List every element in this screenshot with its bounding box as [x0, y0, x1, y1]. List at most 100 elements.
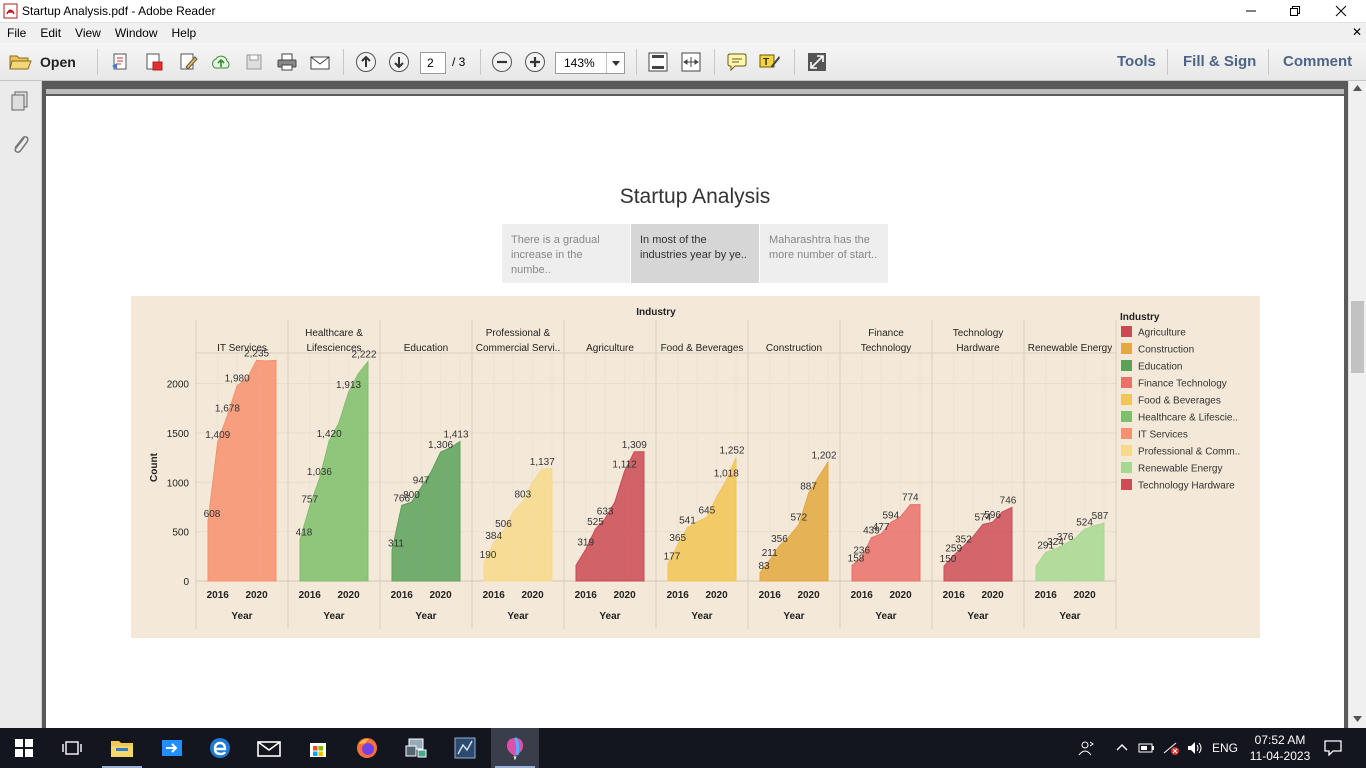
data-label: 803 — [515, 490, 532, 501]
data-label: 887 — [800, 481, 817, 492]
save-icon — [246, 54, 262, 70]
pages-panel-icon[interactable] — [9, 90, 31, 112]
data-label: 800 — [403, 490, 420, 501]
app-button-2[interactable] — [392, 728, 440, 768]
vertical-scrollbar[interactable] — [1348, 81, 1366, 728]
story-point-3[interactable]: Maharashtra has the more number of start… — [760, 224, 888, 283]
data-label: 190 — [480, 550, 497, 561]
store-button[interactable] — [294, 728, 342, 768]
file-explorer-button[interactable] — [98, 728, 146, 768]
legend-item: Education — [1138, 362, 1182, 373]
page-number-input[interactable]: 2 — [420, 52, 446, 74]
industry-header-line2: Food & Beverages — [661, 343, 744, 354]
notifications-icon[interactable] — [1324, 740, 1342, 756]
upload-button[interactable] — [210, 51, 232, 73]
story-point-1[interactable]: There is a gradual increase in the numbe… — [502, 224, 630, 283]
data-label: 83 — [758, 561, 770, 572]
story-point-2[interactable]: In most of the industries year by ye.. — [631, 224, 759, 283]
close-button[interactable] — [1318, 0, 1364, 22]
menu-help[interactable]: Help — [165, 26, 204, 40]
data-label: 587 — [1092, 511, 1109, 522]
data-label: 376 — [1057, 532, 1074, 543]
tools-button[interactable]: Tools — [1117, 53, 1156, 70]
data-label: 384 — [485, 531, 502, 542]
data-label: 1,018 — [714, 469, 739, 480]
scroll-up-icon[interactable] — [1353, 85, 1362, 91]
x-axis-label: Year — [967, 611, 988, 622]
store-icon — [310, 743, 326, 757]
y-tick-label: 1500 — [167, 429, 190, 440]
app-button-1[interactable] — [148, 728, 196, 768]
restore-icon — [1290, 6, 1300, 16]
data-label: 2,222 — [351, 350, 376, 361]
export-pdf-button[interactable] — [143, 51, 165, 73]
scroll-down-icon[interactable] — [1353, 716, 1362, 722]
clock[interactable]: 07:52 AM 11-04-2023 — [1245, 732, 1315, 764]
toolbar-separator — [636, 49, 637, 75]
x-tick-label: 2020 — [981, 590, 1004, 601]
fill-sign-button[interactable]: Fill & Sign — [1183, 53, 1256, 70]
battery-icon[interactable] — [1138, 741, 1156, 755]
arrow-down-icon — [389, 52, 409, 72]
app-button-3[interactable] — [441, 728, 489, 768]
data-label: 150 — [940, 554, 957, 565]
edit-pdf-icon — [180, 53, 198, 70]
sticky-note-button[interactable] — [726, 51, 748, 73]
x-tick-label: 2020 — [797, 590, 820, 601]
edge-button[interactable] — [196, 728, 244, 768]
volume-icon[interactable] — [1186, 740, 1204, 756]
data-label: 1,980 — [225, 374, 250, 385]
save-button[interactable] — [243, 51, 265, 73]
menu-file[interactable]: File — [0, 26, 33, 40]
data-label: 211 — [762, 548, 778, 559]
toolbar-separator — [343, 49, 344, 75]
scrollbar-thumb[interactable] — [1351, 301, 1364, 373]
data-label: 608 — [204, 509, 221, 520]
create-pdf-button[interactable] — [110, 51, 132, 73]
open-button[interactable]: Open — [8, 51, 76, 73]
menu-close-icon[interactable]: ✕ — [1352, 25, 1362, 39]
network-disconnected-icon[interactable] — [1162, 740, 1180, 756]
industry-area-chart: Industry 0 500 1000 1500 2000 Count IT Services… — [149, 307, 1240, 629]
toolbar-separator — [794, 49, 795, 75]
data-label: 319 — [577, 538, 594, 549]
industry-header-line1: Professional & — [486, 328, 551, 339]
attachments-icon[interactable] — [9, 132, 31, 156]
edit-pdf-button[interactable] — [177, 51, 199, 73]
chevron-up-icon[interactable] — [1116, 742, 1128, 752]
toolbar-separator — [714, 49, 715, 75]
zoom-out-button[interactable] — [491, 51, 513, 73]
full-screen-button[interactable] — [806, 51, 828, 73]
people-icon[interactable] — [1078, 740, 1094, 756]
language-indicator[interactable]: ENG — [1212, 741, 1238, 755]
fit-page-button[interactable] — [647, 51, 669, 73]
task-view-button[interactable] — [48, 728, 96, 768]
document-title: Startup Analysis — [619, 185, 771, 208]
cloud-upload-icon — [212, 55, 230, 69]
menu-window[interactable]: Window — [108, 26, 165, 40]
start-button[interactable] — [0, 728, 48, 768]
print-button[interactable] — [276, 51, 298, 73]
restore-button[interactable] — [1272, 0, 1318, 22]
firefox-button[interactable] — [343, 728, 391, 768]
menu-edit[interactable]: Edit — [33, 26, 68, 40]
menu-view[interactable]: View — [68, 26, 108, 40]
previous-page-button[interactable] — [355, 51, 377, 73]
mail-button[interactable] — [245, 728, 293, 768]
email-button[interactable] — [309, 51, 331, 73]
fit-width-button[interactable] — [680, 51, 702, 73]
minimize-button[interactable] — [1228, 0, 1274, 22]
zoom-select[interactable]: 143% — [555, 52, 625, 74]
highlight-button[interactable]: T — [759, 51, 781, 73]
data-label: 1,252 — [719, 445, 744, 456]
chevron-down-icon[interactable] — [606, 53, 624, 73]
comment-button[interactable]: Comment — [1283, 53, 1352, 70]
next-page-button[interactable] — [388, 51, 410, 73]
legend-swatch — [1121, 377, 1132, 388]
app-button-4-active[interactable] — [491, 728, 539, 768]
zoom-in-button[interactable] — [524, 51, 546, 73]
edge-browser-icon — [210, 738, 230, 758]
x-tick-label: 2016 — [207, 590, 230, 601]
toolbar: Open 2 / 3 143% T Tools Fill & Sign Comm… — [0, 43, 1366, 81]
data-label: 645 — [699, 505, 716, 516]
